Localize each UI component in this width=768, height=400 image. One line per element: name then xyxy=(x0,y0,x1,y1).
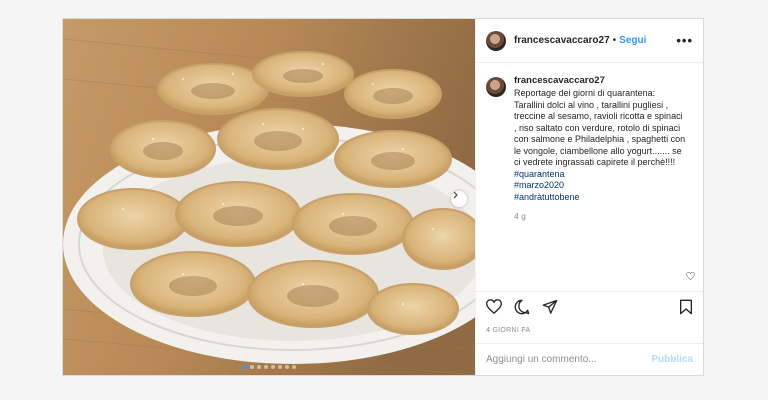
carousel-dot xyxy=(249,365,254,369)
carousel-dot xyxy=(270,365,275,369)
post-sidebar: francescavaccaro27 • Segui ••• francesca… xyxy=(475,19,703,375)
hashtag-link[interactable]: #marzo2020 xyxy=(514,180,686,192)
carousel-dots xyxy=(63,365,475,369)
publish-button[interactable]: Pubblica xyxy=(651,354,693,365)
taralli-photo xyxy=(63,19,475,375)
caption-time: 4 g xyxy=(514,211,526,221)
hashtag-link[interactable]: #andràtuttobene xyxy=(514,192,686,204)
post-date: 4 GIORNI FA xyxy=(486,327,531,334)
bookmark-icon[interactable] xyxy=(679,299,693,315)
comment-input[interactable] xyxy=(486,354,652,365)
separator-dot: • xyxy=(612,35,617,46)
heart-icon[interactable] xyxy=(486,299,502,314)
carousel-dot xyxy=(277,365,282,369)
post-image[interactable] xyxy=(63,19,475,375)
action-bar xyxy=(476,291,703,321)
share-icon[interactable] xyxy=(542,299,558,314)
follow-button[interactable]: Segui xyxy=(619,35,646,46)
caption-section: francescavaccaro27 Reportage dei giorni … xyxy=(476,63,703,291)
caption-body: francescavaccaro27 Reportage dei giorni … xyxy=(514,75,686,291)
chevron-right-icon xyxy=(453,191,458,199)
username-link[interactable]: francescavaccaro27 xyxy=(514,35,610,46)
instagram-post: francescavaccaro27 • Segui ••• francesca… xyxy=(62,18,704,376)
carousel-dot xyxy=(242,365,247,369)
like-comment-heart-icon[interactable] xyxy=(686,267,695,285)
carousel-dot xyxy=(256,365,261,369)
hashtag-link[interactable]: #quarantena xyxy=(514,169,686,181)
caption-text: Reportage dei giorni di quarantena: Tara… xyxy=(514,88,686,167)
comment-icon[interactable] xyxy=(514,299,530,315)
carousel-dot xyxy=(284,365,289,369)
caption-username[interactable]: francescavaccaro27 xyxy=(514,75,686,86)
carousel-dot xyxy=(291,365,296,369)
post-header: francescavaccaro27 • Segui ••• xyxy=(476,19,703,63)
next-image-button[interactable] xyxy=(451,191,467,207)
more-options-icon[interactable]: ••• xyxy=(676,33,693,48)
avatar[interactable] xyxy=(486,30,506,51)
carousel-dot xyxy=(263,365,268,369)
comment-bar: Pubblica xyxy=(476,343,703,375)
caption-avatar[interactable] xyxy=(486,77,506,97)
